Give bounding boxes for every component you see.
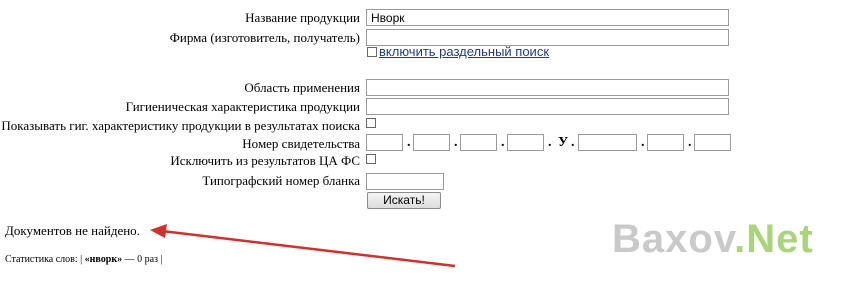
annotation-arrow — [150, 224, 456, 268]
arrow-head — [150, 224, 167, 238]
arrow-shaft — [161, 229, 456, 268]
